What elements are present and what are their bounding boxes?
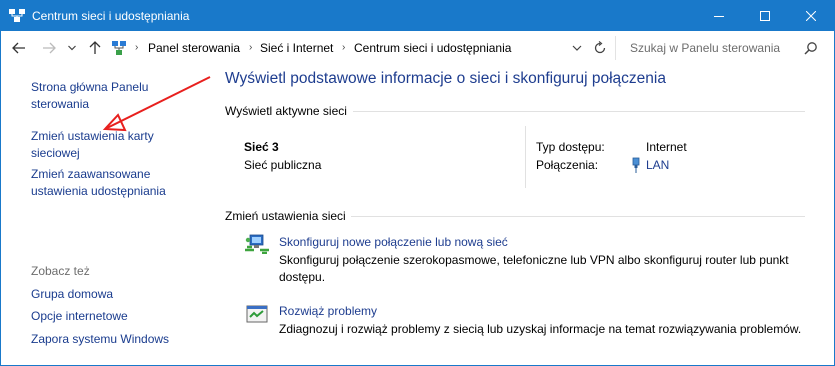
back-arrow-icon: [12, 42, 25, 54]
change-settings-heading: Zmień ustawienia sieci: [225, 209, 346, 223]
sidebar-item-windows-firewall[interactable]: Zapora systemu Windows: [31, 331, 169, 348]
section-divider: [351, 216, 805, 217]
breadcrumb-separator: ›: [249, 42, 253, 53]
troubleshoot-link[interactable]: Rozwiąż problemy: [279, 304, 377, 318]
maximize-button[interactable]: [742, 1, 788, 31]
minimize-button[interactable]: [696, 1, 742, 31]
maximize-icon: [760, 11, 770, 21]
sidebar-item-change-adapter-settings-line2[interactable]: sieciowej: [31, 145, 80, 162]
network-center-icon: [9, 9, 25, 22]
sidebar-item-internet-options[interactable]: Opcje internetowe: [31, 308, 128, 325]
vertical-divider: [525, 126, 526, 188]
lan-connection-link[interactable]: LAN: [646, 158, 669, 172]
refresh-icon[interactable]: [593, 41, 607, 55]
up-button[interactable]: [87, 39, 103, 57]
window-title: Centrum sieci i udostępniania: [32, 9, 190, 23]
sidebar-item-control-panel-home-line2[interactable]: sterowania: [31, 96, 89, 113]
breadcrumb-network-internet[interactable]: Sieć i Internet: [260, 41, 333, 55]
new-connection-icon: [245, 234, 269, 254]
address-bar: › Panel sterowania › Sieć i Internet › C…: [1, 31, 834, 65]
connections-label: Połączenia:: [536, 158, 599, 172]
control-panel-icon: [112, 41, 126, 55]
recent-locations-button[interactable]: [67, 39, 77, 57]
title-bar[interactable]: Centrum sieci i udostępniania: [1, 1, 834, 31]
forward-button[interactable]: [41, 39, 57, 57]
setup-new-connection-link[interactable]: Skonfiguruj nowe połączenie lub nową sie…: [279, 235, 508, 249]
forward-arrow-icon: [43, 42, 56, 54]
access-type-value: Internet: [646, 140, 687, 154]
close-icon: [806, 11, 816, 21]
chevron-down-icon: [68, 45, 76, 51]
search-box: [615, 36, 827, 60]
breadcrumb-separator: ›: [342, 42, 346, 53]
setup-new-connection-description-line2: dostępu.: [279, 270, 326, 284]
lan-plug-icon: [632, 157, 640, 173]
search-icon[interactable]: [804, 41, 818, 55]
sidebar-item-homegroup[interactable]: Grupa domowa: [31, 286, 113, 303]
sidebar-item-advanced-sharing-line2[interactable]: ustawienia udostępniania: [31, 183, 166, 200]
window: Centrum sieci i udostępniania › Panel st…: [0, 0, 835, 366]
sidebar-item-change-adapter-settings[interactable]: Zmień ustawienia karty: [31, 128, 154, 145]
search-input[interactable]: [630, 40, 800, 56]
up-arrow-icon: [89, 41, 101, 54]
address-dropdown-icon[interactable]: [571, 42, 583, 54]
network-profile-type: Sieć publiczna: [244, 158, 322, 172]
setup-new-connection-description: Skonfiguruj połączenie szerokopasmowe, t…: [279, 253, 789, 267]
see-also-heading: Zobacz też: [31, 264, 90, 278]
network-name: Sieć 3: [244, 140, 279, 154]
section-divider: [353, 111, 805, 112]
troubleshoot-icon: [246, 305, 268, 323]
access-type-label: Typ dostępu:: [536, 140, 605, 154]
back-button[interactable]: [11, 39, 27, 57]
sidebar-item-control-panel-home[interactable]: Strona główna Panelu: [31, 79, 148, 96]
sidebar-item-advanced-sharing[interactable]: Zmień zaawansowane: [31, 166, 150, 183]
page-title: Wyświetl podstawowe informacje o sieci i…: [225, 70, 666, 87]
breadcrumb-separator: ›: [135, 42, 139, 53]
active-networks-heading: Wyświetl aktywne sieci: [225, 104, 347, 118]
minimize-icon: [714, 16, 724, 17]
troubleshoot-description: Zdiagnozuj i rozwiąż problemy z siecią l…: [279, 322, 802, 336]
close-button[interactable]: [788, 1, 834, 31]
breadcrumb-control-panel[interactable]: Panel sterowania: [148, 41, 240, 55]
breadcrumb-network-sharing-center[interactable]: Centrum sieci i udostępniania: [354, 41, 511, 55]
